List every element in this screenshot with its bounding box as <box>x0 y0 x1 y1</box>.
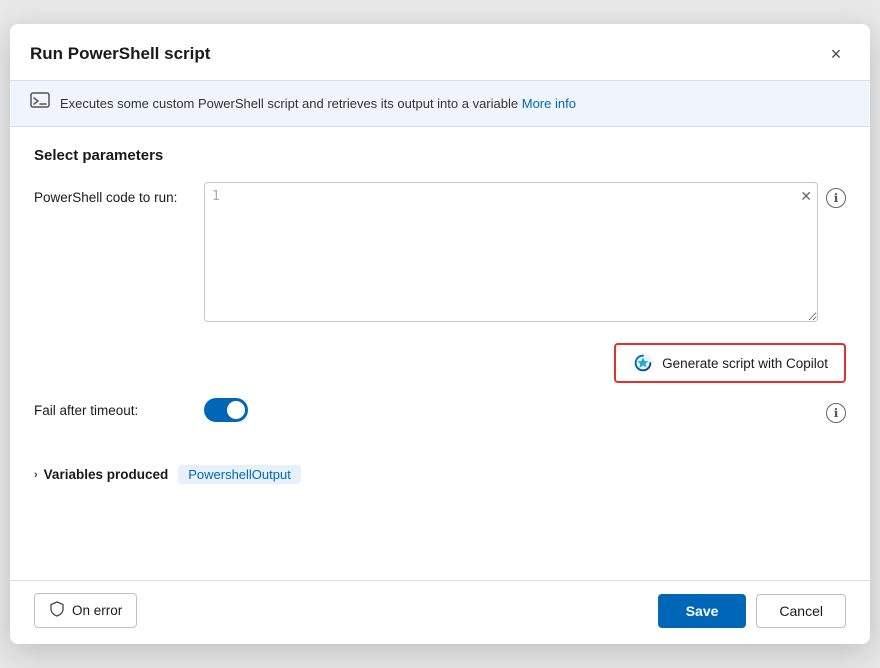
shield-icon <box>49 601 65 620</box>
copilot-button-row: Generate script with Copilot <box>34 343 846 383</box>
close-button[interactable]: × <box>822 40 850 68</box>
save-button[interactable]: Save <box>658 594 747 628</box>
terminal-icon <box>30 91 50 116</box>
variables-label: Variables produced <box>44 467 169 482</box>
timeout-toggle-wrap: ℹ <box>204 397 846 423</box>
timeout-toggle[interactable] <box>204 398 248 422</box>
dialog-title: Run PowerShell script <box>30 44 210 64</box>
variable-badge: PowershellOutput <box>178 465 301 484</box>
run-powershell-dialog: Run PowerShell script × Executes some cu… <box>10 24 870 644</box>
powershell-code-input[interactable] <box>204 182 818 322</box>
footer-actions: Save Cancel <box>658 594 846 628</box>
timeout-label: Fail after timeout: <box>34 403 204 418</box>
toggle-slider <box>204 398 248 422</box>
clear-code-button[interactable]: ✕ <box>800 188 812 205</box>
code-label: PowerShell code to run: <box>34 182 204 205</box>
variables-toggle[interactable]: › Variables produced <box>34 467 168 482</box>
dialog-title-bar: Run PowerShell script × <box>10 24 870 80</box>
cancel-button[interactable]: Cancel <box>756 594 846 628</box>
on-error-button[interactable]: On error <box>34 593 137 628</box>
dialog-body: Select parameters PowerShell code to run… <box>10 127 870 580</box>
chevron-right-icon: › <box>34 469 38 481</box>
code-editor-wrap: 1 ✕ <box>204 182 818 325</box>
dialog-footer: On error Save Cancel <box>10 580 870 644</box>
more-info-link[interactable]: More info <box>522 96 576 111</box>
on-error-label: On error <box>72 603 122 618</box>
code-field-content: 1 ✕ ℹ <box>204 182 846 325</box>
variables-row: › Variables produced PowershellOutput <box>34 465 846 484</box>
copilot-button-label: Generate script with Copilot <box>662 356 828 371</box>
info-banner: Executes some custom PowerShell script a… <box>10 80 870 127</box>
generate-script-copilot-button[interactable]: Generate script with Copilot <box>614 343 846 383</box>
copilot-icon <box>632 352 654 374</box>
section-title: Select parameters <box>34 147 846 164</box>
timeout-field-row: Fail after timeout: ℹ <box>34 397 846 423</box>
code-info-icon[interactable]: ℹ <box>826 188 846 208</box>
timeout-info-icon[interactable]: ℹ <box>826 403 846 423</box>
banner-text: Executes some custom PowerShell script a… <box>60 96 850 111</box>
code-field-row: PowerShell code to run: 1 ✕ ℹ <box>34 182 846 325</box>
